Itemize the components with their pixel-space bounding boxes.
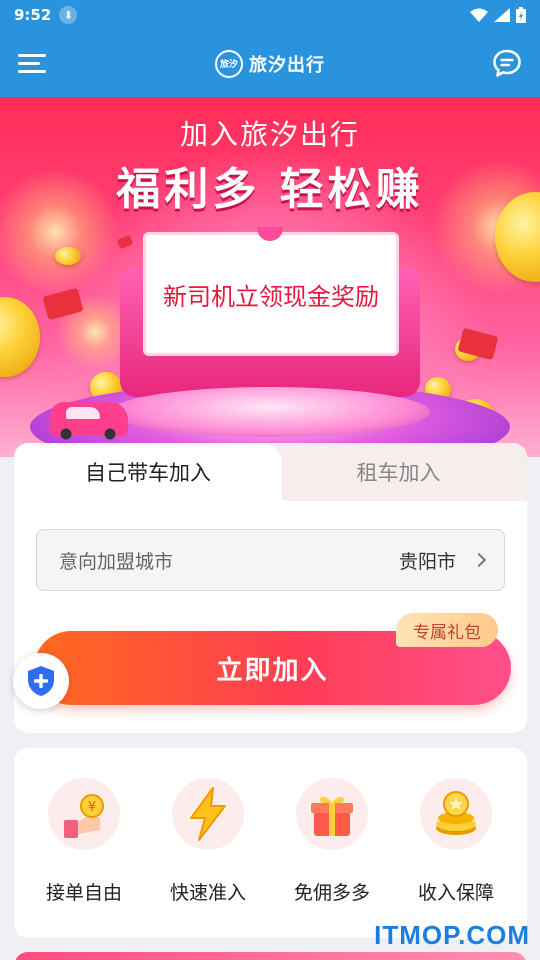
lightning-icon [172,778,244,850]
tab-own-car[interactable]: 自己带车加入 [14,443,282,501]
brand: 旅汐 旅汐出行 [215,49,325,78]
svg-text:¥: ¥ [88,800,96,815]
brand-logo: 旅汐 [215,49,243,78]
status-bar: 9:52 ⬇ [0,0,540,30]
city-value: 贵阳市 [398,550,456,573]
car-illustration [50,402,128,440]
battery-icon [516,7,526,23]
feature-label: 快速准入 [169,882,246,904]
feature-label: 免佣多多 [293,882,370,904]
join-tabs: 自己带车加入 租车加入 [14,443,527,501]
gift-box-icon [296,778,368,850]
chevron-right-icon [471,552,487,568]
stage-platform-top [110,387,430,437]
watermark: ITMOP.COM [374,920,530,950]
brand-name: 旅汐出行 [249,54,325,76]
coin-decoration [55,247,81,265]
chat-icon[interactable] [492,48,522,78]
status-time: 9:52 [14,6,52,24]
feature-item[interactable]: 收入保障 [396,778,516,905]
status-icons [470,7,526,23]
hero-banner[interactable]: 加入旅汐出行 福利多 轻松赚 新司机立领现金奖励 [0,97,540,457]
coin-decoration [0,297,40,377]
coin-stack-icon [420,778,492,850]
promo-board-text: 新司机立领现金奖励 [163,282,379,311]
feature-item[interactable]: 快速准入 [148,778,268,905]
app-header: 旅汐 旅汐出行 [0,30,540,97]
signal-icon [494,8,510,22]
safety-shield-button[interactable] [13,653,69,709]
shield-plus-icon [28,666,54,696]
city-label: 意向加盟城市 [59,550,174,573]
feature-label: 收入保障 [417,882,494,904]
tab-rent-car[interactable]: 租车加入 [270,443,527,501]
wifi-icon [470,8,488,22]
city-selector[interactable]: 意向加盟城市 贵阳市 [36,529,505,591]
gift-tag-badge: 专属礼包 [396,613,498,647]
feature-label: 接单自由 [45,882,122,904]
menu-icon[interactable] [18,50,48,78]
join-card: 自己带车加入 租车加入 意向加盟城市 贵阳市 专属礼包 立即加入 [14,443,527,733]
hero-subtitle: 加入旅汐出行 [179,118,360,151]
features-card: ¥ 接单自由 快速准入 免佣多多 收入保障 [14,748,527,938]
promo-board: 新司机立领现金奖励 [143,232,399,356]
feature-item[interactable]: 免佣多多 [272,778,392,905]
hand-coin-icon: ¥ [48,778,120,850]
download-icon: ⬇ [59,6,78,24]
hero-title: 福利多 轻松赚 [116,164,424,215]
next-banner-peek[interactable] [14,952,527,960]
feature-item[interactable]: ¥ 接单自由 [24,778,144,905]
